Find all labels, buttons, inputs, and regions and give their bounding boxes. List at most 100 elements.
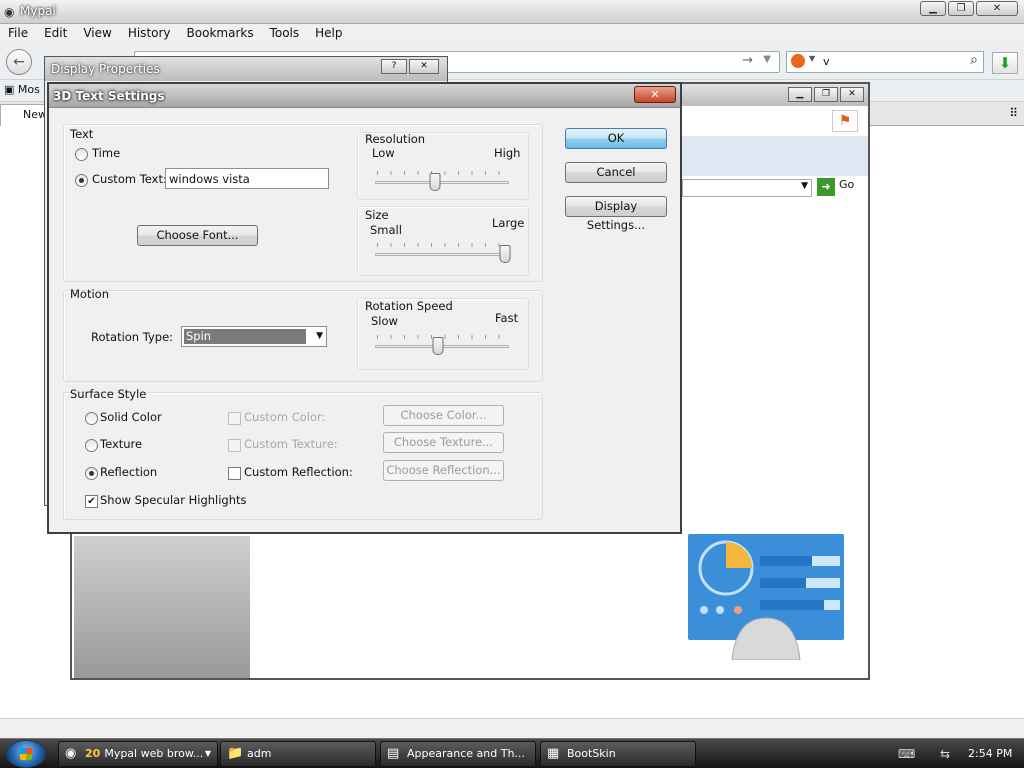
menu-bookmarks[interactable]: Bookmarks <box>179 24 262 44</box>
rotation-type-select[interactable]: Spin ▼ <box>181 326 327 347</box>
cp-go-label: Go <box>839 178 855 191</box>
chevron-down-icon: ▼ <box>204 749 211 758</box>
bookmark-item[interactable]: ▣ Mos <box>4 83 40 96</box>
choose-reflection-button[interactable]: Choose Reflection... <box>383 460 504 481</box>
size-large-label: Large <box>492 216 525 230</box>
chevron-down-icon[interactable]: ▼ <box>809 54 815 63</box>
windows-logo-icon <box>20 748 32 760</box>
task-label: BootSkin <box>567 747 616 760</box>
browser-title: Mypal <box>20 4 56 18</box>
display-settings-illustration-icon <box>688 534 844 660</box>
choose-texture-button[interactable]: Choose Texture... <box>383 432 504 453</box>
minimize-button[interactable]: ▁ <box>920 1 946 16</box>
bookmark-label: Mos <box>17 83 40 96</box>
cp-restore-button[interactable]: ❐ <box>814 87 838 102</box>
menu-history[interactable]: History <box>120 24 179 44</box>
task-mypal[interactable]: ◉ 20 Mypal web brow... ▼ <box>58 741 218 767</box>
close-button[interactable]: ✕ <box>976 1 1018 16</box>
display-properties-titlebar: Display Properties ? ✕ <box>45 57 447 81</box>
display-settings-button[interactable]: Display Settings... <box>565 196 667 232</box>
time-radio[interactable] <box>75 148 88 161</box>
tabs-list-icon[interactable]: ⠿ <box>1009 106 1018 120</box>
rotation-speed-slider[interactable] <box>375 334 509 356</box>
motion-group-label: Motion <box>70 287 109 301</box>
solid-color-radio[interactable] <box>85 412 98 425</box>
custom-text-input[interactable]: windows vista <box>165 168 329 189</box>
bookmark-icon: ▣ <box>4 83 15 96</box>
rotation-type-value: Spin <box>184 329 306 344</box>
go-arrow-icon: ➜ <box>817 178 835 196</box>
custom-text-radio[interactable] <box>75 174 88 187</box>
cp-close-button[interactable]: ✕ <box>840 87 864 102</box>
network-icon[interactable]: ⇆ <box>940 747 950 761</box>
cancel-button[interactable]: Cancel <box>565 162 667 183</box>
menu-tools[interactable]: Tools <box>262 24 308 44</box>
cp-address-input[interactable]: ▼ <box>682 179 812 197</box>
download-arrow-icon[interactable]: ⬇ <box>992 52 1018 74</box>
mypal-app-icon: ◉ <box>4 5 15 19</box>
task-bootskin[interactable]: ▦ BootSkin <box>540 741 696 767</box>
choose-font-button[interactable]: Choose Font... <box>137 225 258 246</box>
size-slider[interactable] <box>375 242 511 264</box>
bootskin-icon: ▦ <box>547 746 560 761</box>
chevron-down-icon[interactable]: ▼ <box>801 181 808 191</box>
rotation-speed-slider-thumb[interactable] <box>432 337 444 355</box>
menu-bar: File Edit View History Bookmarks Tools H… <box>0 24 1024 44</box>
search-engine-icon[interactable] <box>791 54 805 68</box>
task-adm[interactable]: 📁 adm <box>220 741 376 767</box>
texture-radio[interactable] <box>85 439 98 452</box>
custom-text-label: Custom Text: <box>92 172 167 186</box>
menu-file[interactable]: File <box>0 24 36 44</box>
custom-reflection-checkbox[interactable] <box>228 467 241 480</box>
search-icon[interactable]: ⌕ <box>970 52 978 68</box>
mypal-app-icon: ◉ <box>65 746 77 761</box>
reflection-radio[interactable] <box>85 467 98 480</box>
search-input[interactable]: ▼ v ⌕ <box>786 51 984 73</box>
dialog-titlebar: 3D Text Settings ✕ <box>49 84 680 108</box>
rotation-speed-slow-label: Slow <box>371 314 398 328</box>
folder-icon: 📁 <box>227 746 244 761</box>
clock[interactable]: 2:54 PM <box>968 747 1012 760</box>
reflection-label: Reflection <box>100 465 158 479</box>
cp-minimize-button[interactable]: ▁ <box>788 87 812 102</box>
url-dropdown-icon[interactable]: ▼ <box>763 54 771 65</box>
keyboard-icon[interactable]: ⌨ <box>898 747 915 761</box>
search-value: v <box>823 55 830 68</box>
dp-close-button[interactable]: ✕ <box>409 59 439 74</box>
task-label: Mypal web brow... <box>104 747 204 760</box>
display-properties-title: Display Properties <box>51 62 160 76</box>
task-appearance[interactable]: ▤ Appearance and Th... <box>380 741 536 767</box>
resolution-label: Resolution <box>365 132 426 146</box>
resolution-slider-thumb[interactable] <box>429 173 441 191</box>
dialog-title: 3D Text Settings <box>53 89 165 103</box>
3d-text-settings-dialog: 3D Text Settings ✕ Text Time Custom Text… <box>47 82 682 534</box>
restore-button[interactable]: ❐ <box>948 1 974 16</box>
solid-color-label: Solid Color <box>100 410 162 424</box>
resolution-slider[interactable] <box>375 170 509 192</box>
task-label: adm <box>247 747 272 760</box>
dialog-close-button[interactable]: ✕ <box>634 86 676 103</box>
start-button[interactable] <box>6 740 46 768</box>
custom-texture-checkbox[interactable] <box>228 439 241 452</box>
choose-color-button[interactable]: Choose Color... <box>383 405 504 426</box>
help-button[interactable]: ? <box>381 59 407 74</box>
taskbar: ◉ 20 Mypal web brow... ▼ 📁 adm ▤ Appearan… <box>0 738 1024 768</box>
back-arrow-icon[interactable]: ← <box>6 49 32 75</box>
menu-view[interactable]: View <box>75 24 119 44</box>
chevron-down-icon[interactable]: ▼ <box>316 331 323 341</box>
rotation-type-label: Rotation Type: <box>91 330 174 344</box>
menu-edit[interactable]: Edit <box>36 24 75 44</box>
time-label: Time <box>92 146 121 160</box>
ok-button[interactable]: OK <box>565 128 667 149</box>
task-count: 20 <box>85 747 101 760</box>
size-slider-thumb[interactable] <box>499 245 511 263</box>
specular-highlights-checkbox[interactable]: ✔ <box>85 495 98 508</box>
windows-flag-icon: ⚑ <box>832 110 858 132</box>
custom-color-checkbox[interactable] <box>228 412 241 425</box>
go-arrow-icon[interactable]: → <box>742 53 753 68</box>
task-label: Appearance and Th... <box>407 747 525 760</box>
cp-go-button[interactable]: ➜ Go <box>817 178 854 196</box>
custom-reflection-label: Custom Reflection: <box>244 465 353 479</box>
menu-help[interactable]: Help <box>307 24 350 44</box>
resolution-high-label: High <box>494 146 521 160</box>
